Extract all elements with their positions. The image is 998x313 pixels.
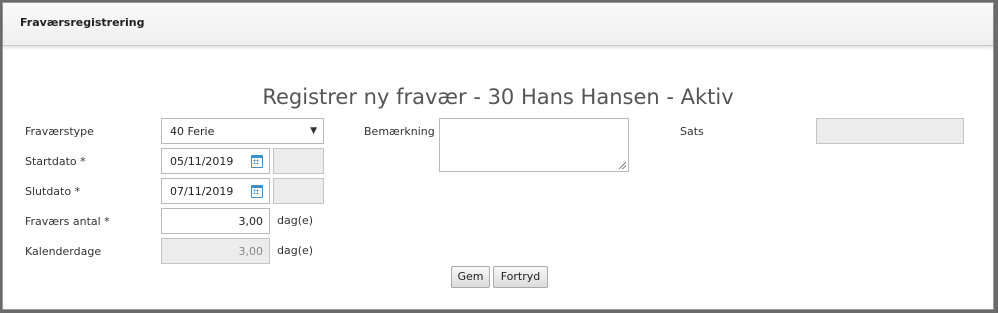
absence-type-select[interactable]: 40 Ferie ▼ <box>161 118 324 144</box>
save-button[interactable]: Gem <box>451 266 490 288</box>
calendar-days-value: 3,00 <box>238 245 264 258</box>
start-date-label: Startdato * <box>25 155 86 168</box>
rate-label: Sats <box>680 125 704 138</box>
absence-amount-unit: dag(e) <box>277 214 314 227</box>
resize-handle-icon[interactable] <box>619 162 626 169</box>
start-date-value: 05/11/2019 <box>170 155 234 168</box>
remark-label: Bemærkning <box>364 125 435 138</box>
chevron-down-icon: ▼ <box>310 126 317 136</box>
absence-dialog: Fraværsregistrering Registrer ny fravær … <box>2 2 994 310</box>
remark-textarea[interactable] <box>439 118 629 172</box>
calendar-days-field: 3,00 <box>161 238 270 264</box>
end-time-field <box>273 178 324 204</box>
dialog-title: Fraværsregistrering <box>20 16 145 29</box>
calendar-icon[interactable] <box>251 155 263 168</box>
start-time-field <box>273 148 324 174</box>
absence-type-label: Fraværstype <box>25 125 94 138</box>
absence-type-value: 40 Ferie <box>170 125 215 138</box>
absence-amount-value: 3,00 <box>238 215 264 228</box>
absence-amount-input[interactable]: 3,00 <box>161 208 270 234</box>
rate-field <box>816 118 964 144</box>
start-date-input[interactable]: 05/11/2019 <box>161 148 270 174</box>
calendar-icon[interactable] <box>251 185 263 198</box>
page-title: Registrer ny fravær - 30 Hans Hansen - A… <box>262 85 734 109</box>
end-date-input[interactable]: 07/11/2019 <box>161 178 270 204</box>
end-date-value: 07/11/2019 <box>170 185 234 198</box>
absence-amount-label: Fraværs antal * <box>25 215 110 228</box>
cancel-button[interactable]: Fortryd <box>493 266 548 288</box>
calendar-days-unit: dag(e) <box>277 244 314 257</box>
calendar-days-label: Kalenderdage <box>25 245 102 258</box>
end-date-label: Slutdato * <box>25 185 81 198</box>
dialog-titlebar: Fraværsregistrering <box>3 3 993 46</box>
